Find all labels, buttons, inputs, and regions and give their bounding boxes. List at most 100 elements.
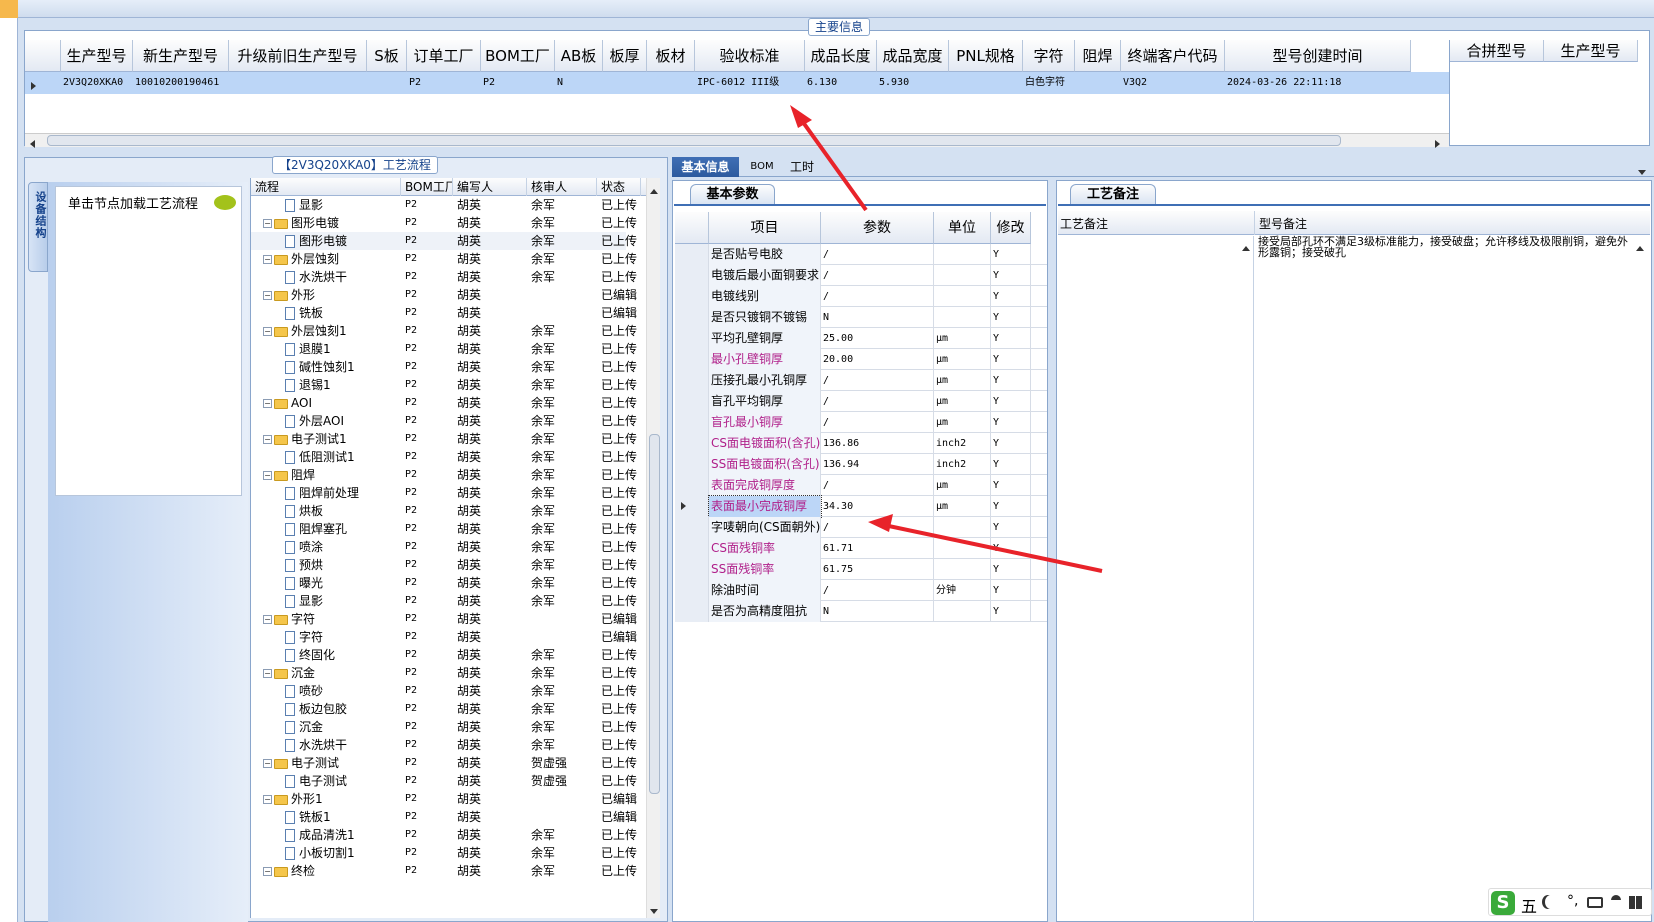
params-row[interactable]: 是否只镀铜不镀锡 N Y [675, 307, 1047, 328]
param-item[interactable]: 是否为高精度阻抗 [709, 601, 821, 622]
param-value[interactable]: / [821, 475, 934, 496]
tree-row[interactable]: − 沉金 P2 胡英 余军 已上传 [251, 664, 637, 682]
tree-node[interactable]: − 沉金 [263, 664, 401, 682]
scroll-right-arrow[interactable] [1435, 137, 1440, 151]
main-col-header[interactable]: 验收标准 [695, 40, 805, 72]
param-item[interactable]: 电镀线别 [709, 286, 821, 307]
param-value[interactable]: / [821, 580, 934, 601]
tree-node[interactable]: − 电子测试 [263, 754, 401, 772]
param-item[interactable]: 是否贴号电胶 [709, 244, 821, 265]
tree-node[interactable]: 图形电镀 [285, 232, 401, 250]
tab-bom[interactable]: BOM [742, 157, 782, 177]
tree-node[interactable]: 字符 [285, 628, 401, 646]
tree-node[interactable]: 喷砂 [285, 682, 401, 700]
tree-node[interactable]: 低阻测试1 [285, 448, 401, 466]
tree-node[interactable]: − 图形电镀 [263, 214, 401, 232]
tree-row[interactable]: 低阻测试1 P2 胡英 余军 已上传 [251, 448, 637, 466]
params-col-header[interactable]: 项目 [709, 212, 821, 244]
tree-node[interactable]: 水洗烘干 [285, 268, 401, 286]
main-cell[interactable] [647, 72, 695, 94]
tree-node[interactable]: 成品清洗1 [285, 826, 401, 844]
row-header[interactable] [675, 244, 709, 265]
params-row[interactable]: 表面最小完成铜厚 34.30 μm Y [675, 495, 1047, 518]
params-row[interactable]: SS面电镀面积(含孔) 136.94 inch2 Y [675, 454, 1047, 475]
tree-row[interactable]: 图形电镀 P2 胡英 余军 已上传 [251, 232, 637, 250]
scroll-left-arrow[interactable] [30, 137, 35, 151]
tree-row[interactable]: − AOI P2 胡英 余军 已上传 [251, 394, 637, 412]
row-header[interactable] [675, 496, 709, 517]
param-value[interactable]: / [821, 391, 934, 412]
main-cell[interactable]: IPC-6012 III级 [695, 72, 805, 94]
main-cell[interactable]: 10010200190461 [133, 72, 229, 94]
equipment-structure-tab[interactable]: 设备结构 [28, 182, 48, 272]
tree-node[interactable]: − 外层蚀刻 [263, 250, 401, 268]
tree-node[interactable]: 喷涂 [285, 538, 401, 556]
tree-row[interactable]: 字符 P2 胡英 已编辑 [251, 628, 637, 646]
tree-node[interactable]: − 阻焊 [263, 466, 401, 484]
param-item[interactable]: 盲孔最小铜厚 [709, 412, 821, 433]
main-col-header[interactable]: 型号创建时间 [1225, 40, 1411, 72]
subtab-basic-params[interactable]: 基本参数 [690, 184, 775, 205]
main-col-header[interactable]: 生产型号 [61, 40, 133, 72]
tree-row[interactable]: − 外层蚀刻 P2 胡英 余军 已上传 [251, 250, 637, 268]
params-col-header[interactable]: 参数 [821, 212, 934, 244]
params-row[interactable]: CS面残铜率 61.71 Y [675, 538, 1047, 559]
param-value[interactable]: 25.00 [821, 328, 934, 349]
collapse-icon[interactable]: − [263, 615, 272, 624]
ime-toolbar[interactable]: S 五 °, [1488, 888, 1652, 916]
tree-row[interactable]: 铣板1 P2 胡英 已编辑 [251, 808, 637, 826]
tree-node[interactable]: 外层AOI [285, 412, 401, 430]
tree-node[interactable]: 小板切割1 [285, 844, 401, 862]
ime-mode-label[interactable]: 五 [1521, 893, 1537, 917]
main-col-header[interactable]: BOM工厂 [481, 40, 555, 72]
subtab-process-remarks[interactable]: 工艺备注 [1070, 184, 1156, 205]
row-header[interactable] [675, 349, 709, 370]
param-item[interactable]: 表面最小完成铜厚 [708, 495, 822, 518]
main-cell[interactable]: 白色字符 [1023, 72, 1075, 94]
main-cell[interactable]: P2 [407, 72, 481, 94]
tree-node[interactable]: 烘板 [285, 502, 401, 520]
main-cell[interactable] [603, 72, 647, 94]
row-header[interactable] [675, 475, 709, 496]
collapse-icon[interactable]: − [263, 795, 272, 804]
row-header[interactable] [675, 370, 709, 391]
tree-row[interactable]: 成品清洗1 P2 胡英 余军 已上传 [251, 826, 637, 844]
main-col-header[interactable]: 成品宽度 [877, 40, 949, 72]
tree-node[interactable]: 铣板1 [285, 808, 401, 826]
param-value[interactable]: / [821, 286, 934, 307]
row-header[interactable] [675, 517, 709, 538]
param-item[interactable]: 最小孔壁铜厚 [709, 349, 821, 370]
tree-row[interactable]: 退锡1 P2 胡英 余军 已上传 [251, 376, 637, 394]
tree-row[interactable]: − 字符 P2 胡英 已编辑 [251, 610, 637, 628]
row-header[interactable] [675, 307, 709, 328]
collapse-icon[interactable]: − [263, 219, 272, 228]
param-item[interactable]: CS面电镀面积(含孔) [709, 433, 821, 454]
model-remark-text[interactable]: 接受局部孔环不满足3级标准能力，接受破盘；允许移线及极限削铜，避免外形露铜；接受… [1258, 236, 1628, 258]
param-value[interactable]: 61.75 [821, 559, 934, 580]
collapse-icon[interactable]: − [263, 291, 272, 300]
param-item[interactable]: SS面残铜率 [709, 559, 821, 580]
tree-scroll-down[interactable] [650, 903, 658, 917]
param-item[interactable]: 平均孔壁铜厚 [709, 328, 821, 349]
tree-node[interactable]: 铣板 [285, 304, 401, 322]
tree-row[interactable]: 阻焊前处理 P2 胡英 余军 已上传 [251, 484, 637, 502]
params-col-header[interactable]: 单位 [934, 212, 991, 244]
load-process-card[interactable]: 单击节点加载工艺流程 [55, 186, 242, 496]
collapse-icon[interactable]: − [263, 435, 272, 444]
row-header[interactable] [675, 265, 709, 286]
param-value[interactable]: / [821, 412, 934, 433]
main-col-header[interactable]: 字符 [1023, 40, 1075, 72]
param-item[interactable]: 表面完成铜厚度 [709, 475, 821, 496]
main-cell[interactable] [949, 72, 1023, 94]
main-col-header[interactable]: 成品长度 [805, 40, 877, 72]
param-value[interactable]: / [821, 370, 934, 391]
tree-node[interactable]: 沉金 [285, 718, 401, 736]
model-remark-scroll-up[interactable] [1636, 240, 1644, 254]
main-col-header[interactable]: PNL规格 [949, 40, 1023, 72]
tree-row[interactable]: − 外形1 P2 胡英 已编辑 [251, 790, 637, 808]
param-value[interactable]: / [821, 244, 934, 265]
param-value[interactable]: N [821, 601, 934, 622]
main-col-header[interactable]: 阻焊 [1075, 40, 1121, 72]
main-cell[interactable]: 5.930 [877, 72, 949, 94]
tree-node[interactable]: 终固化 [285, 646, 401, 664]
